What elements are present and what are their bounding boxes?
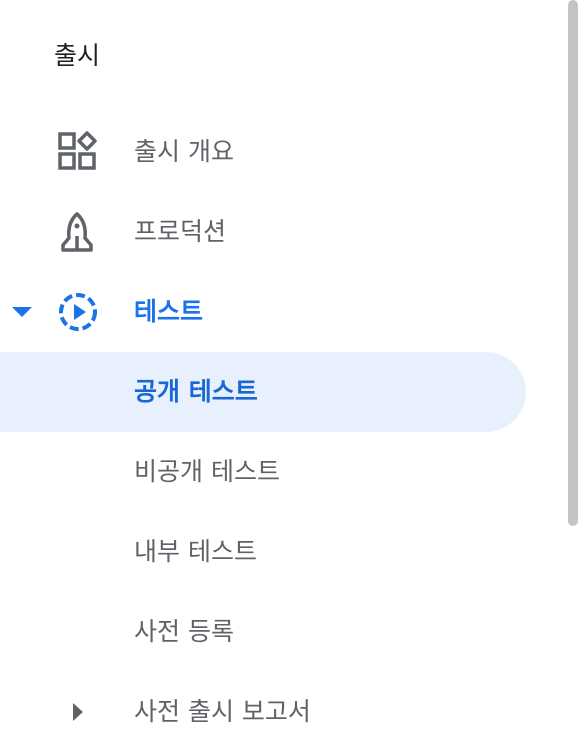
dashboard-shapes-icon (56, 130, 100, 174)
nav-item-open-testing[interactable]: 공개 테스트 (0, 352, 526, 432)
nav-item-closed-testing[interactable]: 비공개 테스트 (0, 432, 526, 512)
nav-item-pre-registration[interactable]: 사전 등록 (0, 592, 526, 672)
nav-item-label: 비공개 테스트 (134, 457, 280, 486)
caret-right-icon[interactable] (66, 700, 90, 724)
nav-item-pre-launch-report[interactable]: 사전 출시 보고서 (0, 672, 526, 752)
caret-down-icon[interactable] (10, 300, 34, 324)
nav-item-label: 사전 등록 (134, 617, 234, 646)
nav-item-label: 내부 테스트 (134, 537, 257, 566)
scrollbar[interactable] (568, 0, 578, 526)
rocket-icon (56, 210, 100, 254)
nav-item-label: 프로덕션 (134, 217, 227, 246)
nav-item-production[interactable]: 프로덕션 (0, 192, 526, 272)
section-title: 출시 (54, 41, 101, 70)
nav-item-label: 테스트 (134, 297, 204, 326)
nav-item-label: 사전 출시 보고서 (134, 697, 311, 726)
nav-item-label: 공개 테스트 (134, 377, 258, 406)
nav-item-internal-testing[interactable]: 내부 테스트 (0, 512, 526, 592)
nav-item-testing[interactable]: 테스트 (0, 272, 526, 352)
nav-item-release-overview[interactable]: 출시 개요 (0, 112, 526, 192)
nav-item-label: 출시 개요 (134, 137, 234, 166)
testing-play-icon (56, 290, 100, 334)
release-side-nav: 출시 출시 개요 프로덕션 테스트 공개 테스트 비공개 테스트 내부 테스트 … (0, 0, 584, 734)
